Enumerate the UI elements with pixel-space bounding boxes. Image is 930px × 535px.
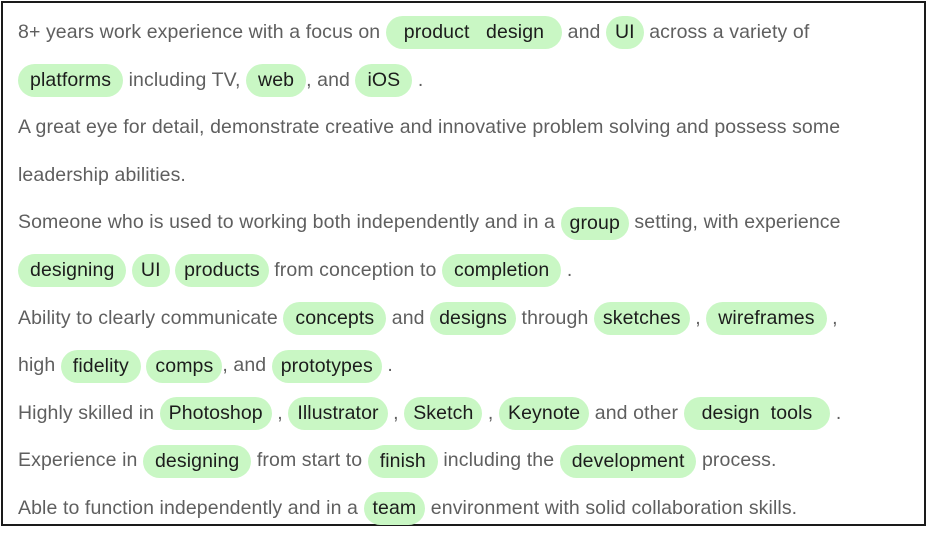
text-line: high fidelity comps, and prototypes . <box>18 344 918 392</box>
text-line: Ability to clearly communicate concepts … <box>18 297 918 345</box>
highlighted-keyword: Illustrator <box>288 397 388 431</box>
highlighted-keyword: designing <box>18 254 127 288</box>
highlighted-keyword: concepts <box>283 301 387 335</box>
skills-text-block: 8+ years work experience with a focus on… <box>18 11 918 535</box>
document-frame: 8+ years work experience with a focus on… <box>1 1 926 526</box>
plain-text: and other <box>589 401 684 424</box>
plain-text: , <box>271 401 289 424</box>
plain-text: Experience in <box>18 449 143 472</box>
text-line: 8+ years work experience with a focus on… <box>18 11 918 59</box>
highlighted-keyword: comps <box>146 349 223 383</box>
plain-text: Highly skilled in <box>18 401 160 424</box>
plain-text: , and <box>306 68 356 91</box>
highlighted-keyword: development <box>559 444 697 478</box>
highlighted-keyword: Photoshop <box>159 397 272 431</box>
plain-text: A great eye for detail, demonstrate crea… <box>18 116 841 139</box>
plain-text: leadership abilities. <box>18 163 186 186</box>
text-line: Someone who is used to working both inde… <box>18 201 918 249</box>
plain-text: Able to function independently and in a <box>18 496 364 519</box>
highlighted-keyword: finish <box>367 444 438 478</box>
text-line: Experience in designing from start to fi… <box>18 439 918 487</box>
plain-text: from start to <box>251 449 368 472</box>
plain-text: . <box>830 401 842 424</box>
plain-text: , <box>387 401 405 424</box>
plain-text: , <box>689 306 707 329</box>
plain-text: , <box>826 306 838 329</box>
plain-text: process. <box>696 449 777 472</box>
highlighted-keyword: sketches <box>593 301 690 335</box>
plain-text: . <box>381 354 393 377</box>
highlighted-keyword: product design <box>385 16 563 50</box>
plain-text: high <box>18 354 61 377</box>
plain-text: Ability to clearly communicate <box>18 306 284 329</box>
plain-text: environment with solid collaboration ski… <box>425 496 798 519</box>
plain-text: 8+ years work experience with a focus on <box>18 21 386 44</box>
text-line: Able to function independently and in a … <box>18 487 918 535</box>
plain-text: setting, with experience <box>628 211 841 234</box>
highlighted-keyword: designing <box>142 444 252 478</box>
text-line: Highly skilled in Photoshop , Illustrato… <box>18 392 918 440</box>
highlighted-keyword: UI <box>131 254 170 288</box>
plain-text: and <box>562 21 606 44</box>
highlighted-keyword: Keynote <box>498 397 590 431</box>
plain-text: including the <box>437 449 560 472</box>
plain-text: across a variety of <box>643 21 810 44</box>
highlighted-keyword: fidelity <box>60 349 141 383</box>
highlighted-keyword: products <box>175 254 269 288</box>
highlighted-keyword: design tools <box>683 397 831 431</box>
highlighted-keyword: completion <box>442 254 562 288</box>
highlighted-keyword: UI <box>605 16 644 50</box>
highlighted-keyword: Sketch <box>404 397 483 431</box>
highlighted-keyword: group <box>560 206 629 240</box>
text-line: leadership abilities. <box>18 154 918 202</box>
text-line: A great eye for detail, demonstrate crea… <box>18 106 918 154</box>
text-line: platforms including TV, web, and iOS . <box>18 59 918 107</box>
plain-text: . <box>412 68 424 91</box>
plain-text: , and <box>222 354 272 377</box>
highlighted-keyword: platforms <box>18 63 124 97</box>
highlighted-keyword: team <box>363 492 426 526</box>
plain-text: , <box>482 401 499 424</box>
highlighted-keyword: prototypes <box>271 349 382 383</box>
highlighted-keyword: wireframes <box>706 301 827 335</box>
plain-text: and <box>386 306 431 329</box>
plain-text: including TV, <box>123 68 247 91</box>
highlighted-keyword: web <box>246 63 307 97</box>
highlighted-keyword: iOS <box>355 63 413 97</box>
plain-text: through <box>516 306 594 329</box>
text-line: designing UI products from conception to… <box>18 249 918 297</box>
plain-text: from conception to <box>268 259 443 282</box>
plain-text: . <box>561 259 573 282</box>
highlighted-keyword: designs <box>430 301 517 335</box>
plain-text: Someone who is used to working both inde… <box>18 211 561 234</box>
